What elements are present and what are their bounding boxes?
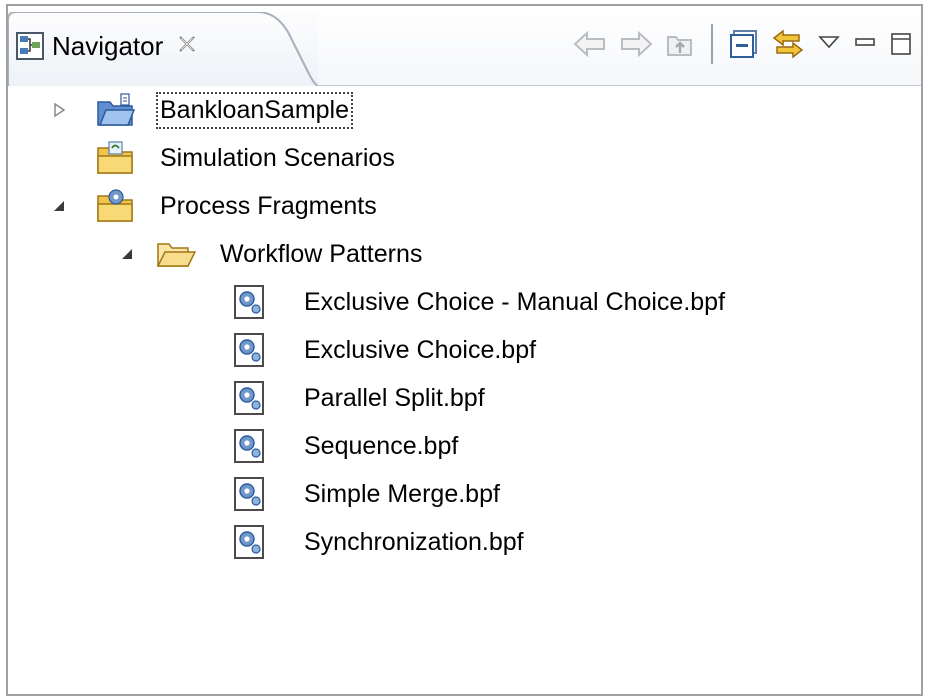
simulation-folder-icon	[96, 140, 136, 176]
tree-item-label: Exclusive Choice - Manual Choice.bpf	[304, 287, 726, 316]
tree-item-label: Simple Merge.bpf	[304, 479, 500, 508]
bpf-file-icon	[232, 428, 266, 464]
minimize-button[interactable]	[853, 33, 877, 55]
tree-item-label: Process Fragments	[160, 191, 377, 220]
arrow-left-icon	[573, 30, 605, 58]
close-tab-icon[interactable]	[177, 34, 197, 59]
tree-item-simulation-scenarios[interactable]: Simulation Scenarios	[48, 136, 395, 180]
project-folder-icon	[96, 92, 136, 128]
toolbar-separator	[711, 24, 713, 64]
collapsed-twisty-icon[interactable]	[48, 99, 70, 121]
maximize-icon	[891, 33, 911, 55]
tab-title: Navigator	[52, 30, 164, 61]
bpf-file-icon	[232, 476, 266, 512]
tree-item-label: Synchronization.bpf	[304, 527, 524, 556]
forward-button[interactable]	[619, 30, 653, 58]
view-toolbar	[573, 22, 913, 66]
tree-item-file[interactable]: Exclusive Choice - Manual Choice.bpf	[232, 280, 725, 324]
maximize-button[interactable]	[889, 31, 913, 57]
up-button[interactable]	[665, 29, 695, 59]
tree-item-label: Exclusive Choice.bpf	[304, 335, 537, 364]
tree-item-label: Workflow Patterns	[220, 239, 423, 268]
tree-item-bankloansample[interactable]: BankloanSample	[48, 88, 354, 132]
tree-item-file[interactable]: Sequence.bpf	[232, 424, 458, 468]
tree-item-file[interactable]: Synchronization.bpf	[232, 520, 524, 564]
tree-item-file[interactable]: Simple Merge.bpf	[232, 472, 500, 516]
tree-item-label: Sequence.bpf	[304, 431, 459, 460]
bpf-file-icon	[232, 332, 266, 368]
tree-item-file[interactable]: Exclusive Choice.bpf	[232, 328, 536, 372]
collapse-all-icon	[730, 30, 757, 58]
tree-item-label: BankloanSample	[155, 91, 354, 129]
minimize-icon	[855, 38, 875, 46]
collapse-all-button[interactable]	[729, 29, 759, 59]
open-folder-icon	[156, 238, 196, 270]
bpf-file-icon	[232, 380, 266, 416]
process-fragments-folder-icon	[96, 188, 136, 224]
bpf-file-icon	[232, 284, 266, 320]
expanded-twisty-icon[interactable]	[48, 195, 70, 217]
tree-item-label: Simulation Scenarios	[160, 143, 395, 172]
view-title-bar: Navigator	[8, 6, 921, 86]
tree-item-label: Parallel Split.bpf	[304, 383, 485, 412]
tree-item-file[interactable]: Parallel Split.bpf	[232, 376, 485, 420]
link-icon	[772, 29, 804, 59]
navigator-tab[interactable]: Navigator	[8, 12, 318, 86]
navigator-view: Navigator BankloanSample Simulation Scen…	[6, 4, 923, 696]
view-menu-triangle-icon	[818, 36, 840, 49]
tree-item-workflow-patterns[interactable]: Workflow Patterns	[116, 232, 422, 276]
arrow-right-icon	[621, 30, 653, 58]
go-up-icon	[667, 36, 692, 56]
view-menu-button[interactable]	[817, 33, 841, 55]
tree-item-process-fragments[interactable]: Process Fragments	[48, 184, 377, 228]
bpf-file-icon	[232, 524, 266, 560]
link-with-editor-button[interactable]	[771, 28, 805, 60]
back-button[interactable]	[573, 30, 607, 58]
expanded-twisty-icon[interactable]	[116, 243, 138, 265]
navigator-view-icon	[16, 32, 44, 60]
